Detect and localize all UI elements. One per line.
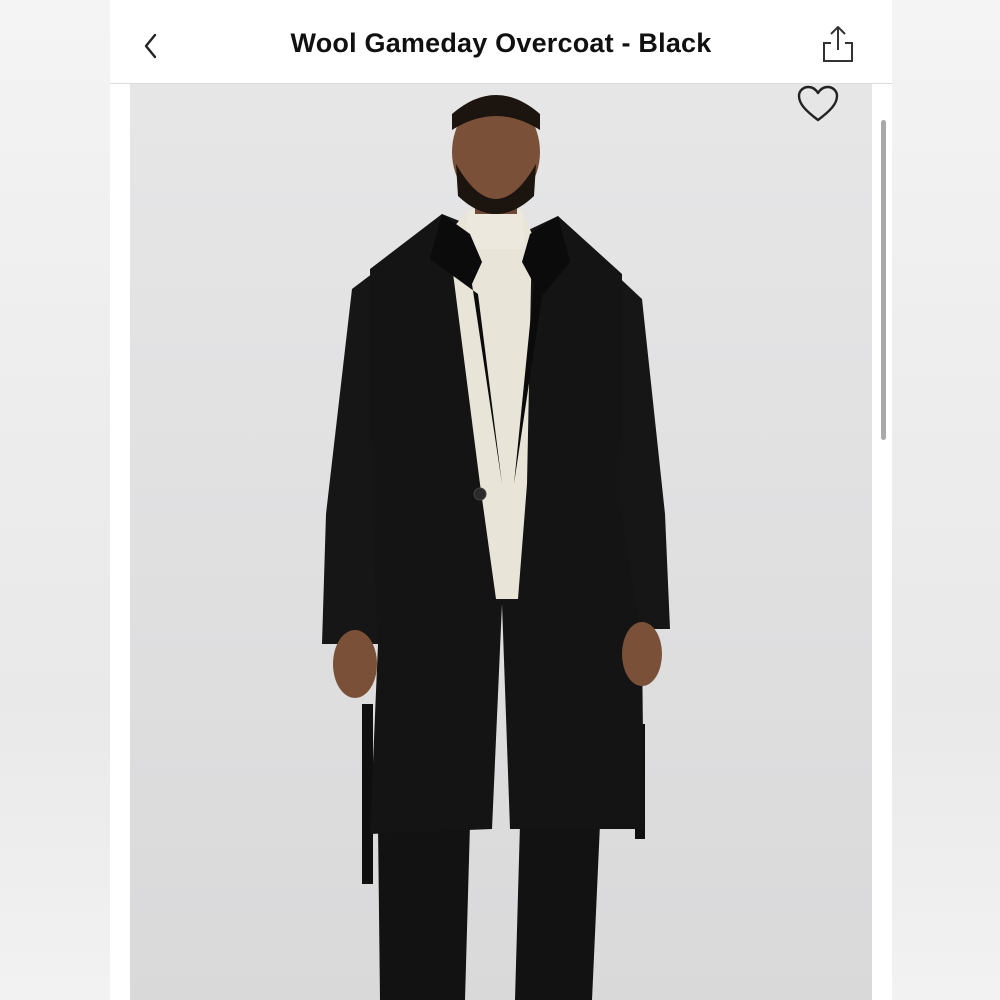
right-margin-blur bbox=[892, 0, 1000, 1000]
nav-bar: Wool Gameday Overcoat - Black bbox=[110, 0, 892, 84]
share-icon bbox=[823, 26, 853, 62]
app-screen: Wool Gameday Overcoat - Black bbox=[110, 0, 892, 1000]
product-image[interactable] bbox=[130, 84, 872, 1000]
heart-outline-icon bbox=[797, 85, 839, 122]
share-button[interactable] bbox=[820, 24, 856, 64]
scrollbar[interactable] bbox=[881, 120, 886, 440]
favorite-button[interactable] bbox=[796, 84, 840, 124]
page-title: Wool Gameday Overcoat - Black bbox=[290, 28, 712, 58]
left-margin-blur bbox=[0, 0, 110, 1000]
product-photo-illustration bbox=[322, 95, 670, 1000]
